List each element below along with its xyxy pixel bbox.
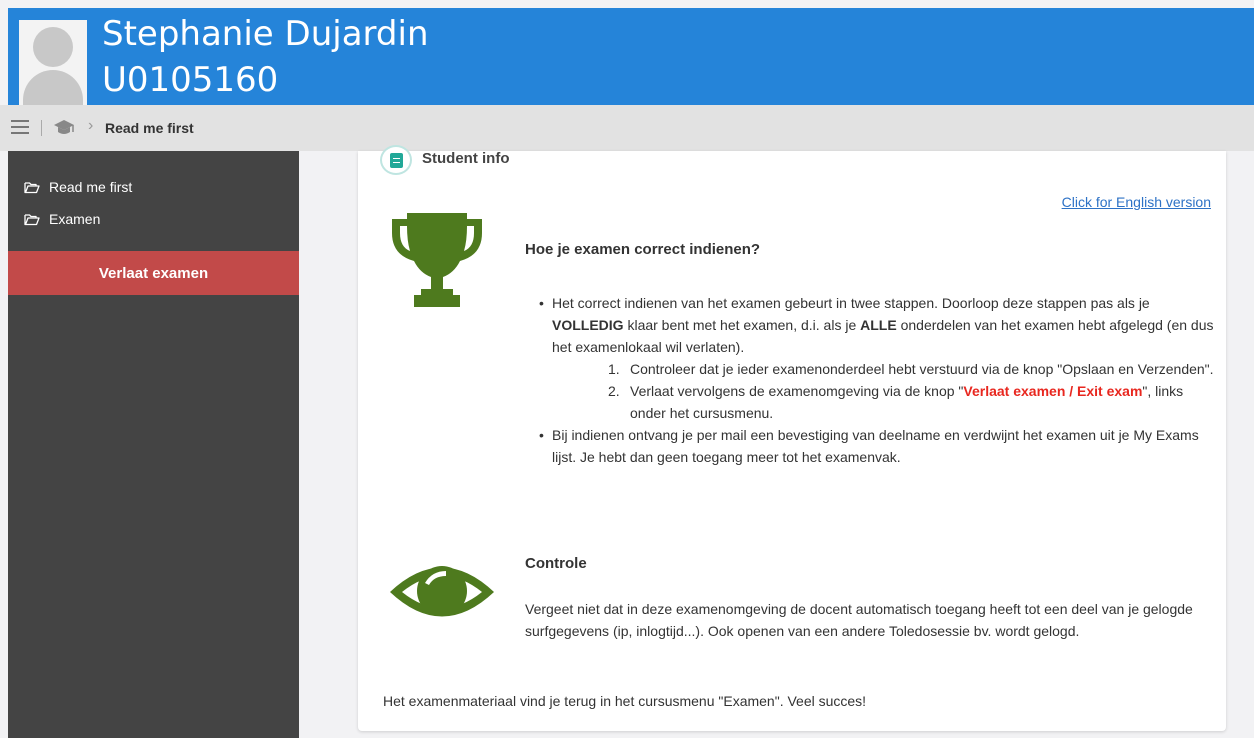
breadcrumb: › Read me first (0, 105, 1254, 151)
list-item: Het correct indienen van het examen gebe… (525, 292, 1215, 424)
document-icon (380, 145, 412, 175)
bullet-text: Het correct indienen van het examen gebe… (552, 295, 1150, 311)
hamburger-menu-icon[interactable] (11, 120, 29, 134)
card-title: Student info (422, 150, 510, 167)
exit-exam-button[interactable]: Verlaat examen (8, 251, 299, 295)
profile-header: Stephanie Dujardin U0105160 (8, 8, 1254, 105)
sidebar-item-label: Examen (49, 211, 101, 227)
submit-instructions-list: Het correct indienen van het examen gebe… (525, 292, 1215, 468)
sidebar-item-read-me-first[interactable]: Read me first (24, 176, 132, 198)
highlighted-button-name: Verlaat examen / Exit exam (963, 383, 1143, 399)
step-text: Verlaat vervolgens de examenomgeving via… (630, 383, 964, 399)
footer-text: Het examenmateriaal vind je terug in het… (383, 693, 867, 709)
breadcrumb-current[interactable]: Read me first (105, 120, 194, 136)
sidebar-item-label: Read me first (49, 179, 133, 195)
list-item: Bij indienen ontvang je per mail een bev… (525, 424, 1215, 468)
section-heading-submit: Hoe je examen correct indienen? (525, 241, 761, 258)
user-avatar-icon (19, 20, 87, 105)
user-id: U0105160 (102, 60, 279, 100)
breadcrumb-divider (41, 120, 42, 136)
sidebar: Read me first Examen Verlaat examen (8, 151, 299, 738)
step-number: 2. (608, 383, 620, 399)
bullet-text: Bij indienen ontvang je per mail een bev… (552, 427, 1199, 465)
eye-icon (390, 566, 494, 617)
student-info-card: Student info Click for English version H… (358, 145, 1226, 731)
sidebar-item-examen[interactable]: Examen (24, 208, 100, 230)
list-item: 2. Verlaat vervolgens de examenomgeving … (608, 380, 1215, 424)
trophy-icon (392, 213, 482, 307)
step-number: 1. (608, 361, 620, 377)
bullet-text: klaar bent met het examen, d.i. als je (623, 317, 861, 333)
folder-open-icon (24, 213, 40, 225)
control-text: Vergeet niet dat in deze examenomgeving … (525, 601, 1193, 639)
graduation-cap-icon[interactable] (53, 119, 75, 137)
folder-open-icon (24, 181, 40, 193)
bullet-emphasis: ALLE (860, 317, 897, 333)
step-text: Controleer dat je ieder examenonderdeel … (630, 361, 1214, 377)
steps-list: 1. Controleer dat je ieder examenonderde… (608, 358, 1215, 424)
chevron-right-icon: › (88, 117, 94, 134)
user-name: Stephanie Dujardin (102, 14, 429, 54)
bullet-emphasis: VOLLEDIG (552, 317, 624, 333)
english-version-link[interactable]: Click for English version (1062, 194, 1211, 210)
list-item: 1. Controleer dat je ieder examenonderde… (608, 358, 1215, 380)
section-heading-control: Controle (525, 555, 587, 572)
